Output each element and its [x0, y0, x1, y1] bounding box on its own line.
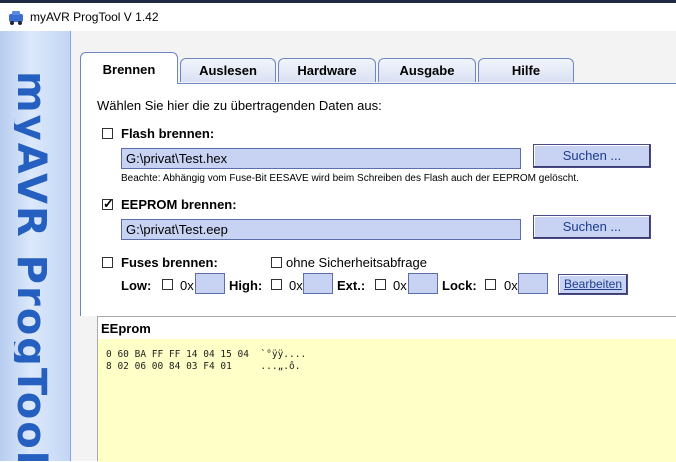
eeprom-checkbox[interactable]	[102, 196, 114, 212]
tab-label: Auslesen	[199, 63, 257, 78]
eeprom-viewer-header: EEprom	[98, 317, 676, 339]
instruction-text: Wählen Sie hier die zu übertragenden Dat…	[97, 98, 382, 113]
flash-checkbox[interactable]	[102, 128, 113, 139]
title-bar[interactable]: myAVR ProgTool V 1.42	[0, 3, 676, 31]
tab-hilfe[interactable]: Hilfe	[478, 58, 574, 82]
brand-sidebar: myAVR ProgTool	[0, 31, 71, 461]
high-hex-prefix: 0x	[289, 278, 303, 293]
app-icon	[9, 11, 23, 25]
brand-logo: myAVR ProgTool	[14, 71, 58, 461]
eeprom-label: EEPROM brennen:	[121, 197, 237, 212]
high-checkbox[interactable]	[271, 279, 282, 290]
lock-label: Lock:	[442, 278, 477, 293]
no-confirm-label: ohne Sicherheitsabfrage	[286, 255, 427, 270]
eeprom-viewer: EEprom 0 60 BA FF FF 14 04 15 04 `°ÿÿ...…	[97, 316, 676, 462]
tab-hardware[interactable]: Hardware	[278, 58, 376, 82]
low-hex-prefix: 0x	[180, 278, 194, 293]
eesave-note: Beachte: Abhängig vom Fuse-Bit EESAVE wi…	[121, 173, 579, 184]
fuses-label: Fuses brennen:	[121, 255, 218, 270]
tab-label: Hardware	[297, 63, 357, 78]
flash-label: Flash brennen:	[121, 126, 215, 141]
flash-search-button[interactable]: Suchen ...	[533, 144, 651, 168]
tab-bar: Brennen Auslesen Hardware Ausgabe Hilfe	[78, 52, 676, 84]
eeprom-viewer-title: EEprom	[101, 321, 151, 336]
edit-fuses-button[interactable]: Bearbeiten	[558, 274, 628, 295]
ext-checkbox[interactable]	[375, 279, 386, 290]
eeprom-search-button[interactable]: Suchen ...	[533, 215, 651, 239]
tab-label: Brennen	[102, 62, 156, 77]
high-label: High:	[229, 278, 263, 293]
high-fuse-input[interactable]	[303, 273, 333, 294]
low-checkbox[interactable]	[162, 279, 173, 290]
fuses-checkbox[interactable]	[102, 257, 113, 268]
eeprom-path-field[interactable]: G:\privat\Test.eep	[121, 219, 521, 240]
lock-fuse-input[interactable]	[518, 273, 548, 294]
ext-label: Ext.:	[337, 278, 366, 293]
ext-fuse-input[interactable]	[408, 273, 438, 294]
brand-text: myAVR ProgTool	[14, 71, 54, 461]
tab-label: Ausgabe	[399, 63, 455, 78]
eeprom-hex-area[interactable]: 0 60 BA FF FF 14 04 15 04 `°ÿÿ.... 8 02 …	[98, 339, 676, 462]
lock-checkbox[interactable]	[485, 279, 496, 290]
tab-auslesen[interactable]: Auslesen	[180, 58, 276, 82]
hex-line: 8 02 06 00 84 03 F4 01 ...„.ô.	[106, 361, 301, 372]
tab-brennen[interactable]: Brennen	[80, 52, 178, 84]
edit-fuses-label: Bearbeiten	[563, 277, 623, 291]
window-title: myAVR ProgTool V 1.42	[30, 10, 159, 24]
no-confirm-checkbox[interactable]	[271, 257, 282, 268]
low-label: Low:	[121, 278, 152, 293]
hex-line: 0 60 BA FF FF 14 04 15 04 `°ÿÿ....	[106, 349, 307, 360]
tab-label: Hilfe	[511, 63, 541, 78]
ext-hex-prefix: 0x	[393, 278, 407, 293]
low-fuse-input[interactable]	[195, 273, 225, 294]
flash-path-field[interactable]: G:\privat\Test.hex	[121, 148, 521, 169]
tab-ausgabe[interactable]: Ausgabe	[378, 58, 476, 82]
lock-hex-prefix: 0x	[504, 278, 518, 293]
